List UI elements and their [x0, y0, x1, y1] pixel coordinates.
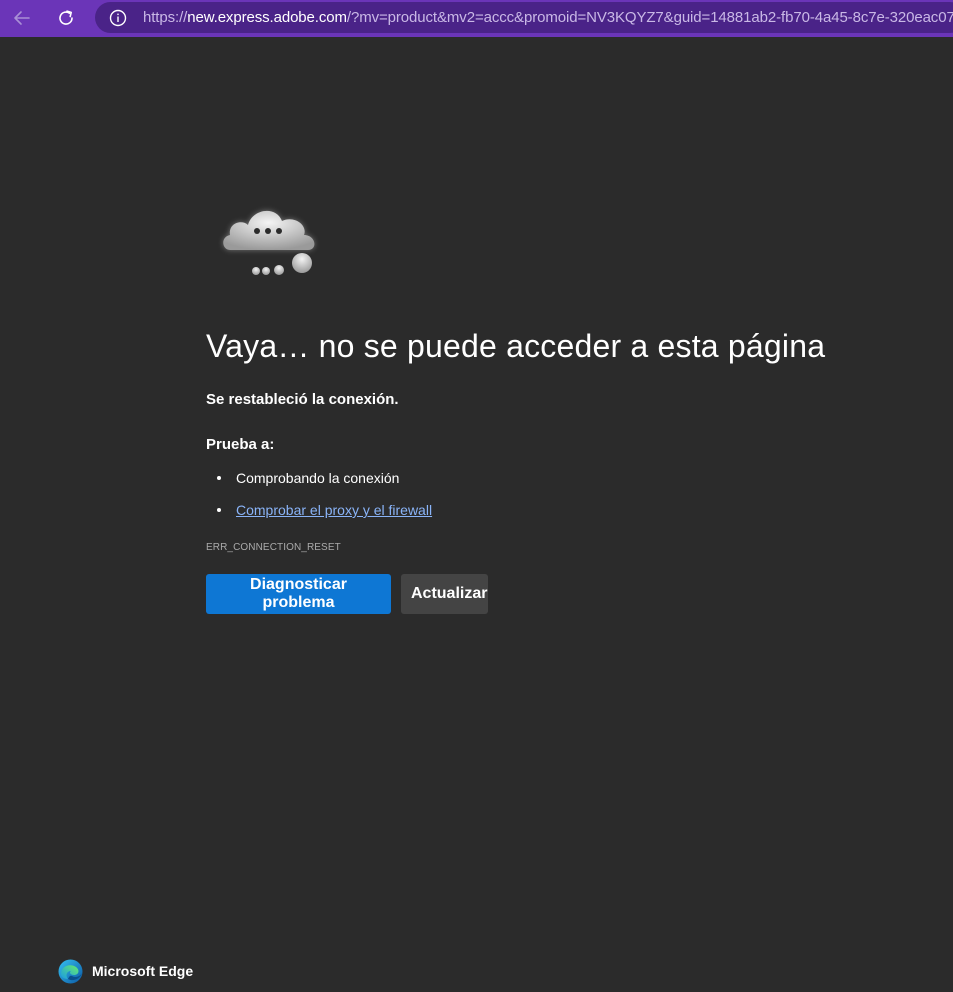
- suggestion-list: Comprobando la conexión Comprobar el pro…: [206, 468, 432, 532]
- url-text[interactable]: https://new.express.adobe.com/?mv=produc…: [143, 9, 953, 27]
- url-path: /?mv=product&mv2=accc&promoid=NV3KQYZ7&g…: [346, 9, 953, 26]
- error-subtitle: Se restableció la conexión.: [206, 391, 399, 408]
- back-button[interactable]: [6, 4, 38, 32]
- brand-name: Microsoft Edge: [92, 963, 194, 979]
- address-bar[interactable]: https://new.express.adobe.com/?mv=produc…: [95, 2, 953, 33]
- url-host: new.express.adobe.com: [187, 9, 347, 26]
- diagnose-button[interactable]: Diagnosticar problema: [206, 574, 391, 614]
- refresh-icon: [59, 10, 73, 25]
- url-prefix: https://: [143, 9, 188, 26]
- error-code: ERR_CONNECTION_RESET: [206, 542, 341, 553]
- info-icon[interactable]: [109, 9, 127, 27]
- brand: Microsoft Edge: [58, 958, 193, 984]
- cloud-icon: [223, 210, 315, 275]
- suggestion-item: Comprobar el proxy y el firewall: [206, 500, 432, 532]
- try-label: Prueba a:: [206, 436, 275, 453]
- page-title: Vaya… no se puede acceder a esta página: [206, 328, 826, 364]
- edge-logo-icon: [58, 959, 83, 983]
- refresh-page-button[interactable]: Actualizar: [401, 574, 488, 614]
- browser-toolbar: https://new.express.adobe.com/?mv=produc…: [0, 0, 953, 37]
- check-proxy-firewall-link[interactable]: Comprobar el proxy y el firewall: [236, 502, 432, 518]
- arrow-left-icon: [14, 11, 30, 25]
- refresh-button[interactable]: [50, 4, 82, 32]
- suggestion-item: Comprobando la conexión: [206, 468, 432, 500]
